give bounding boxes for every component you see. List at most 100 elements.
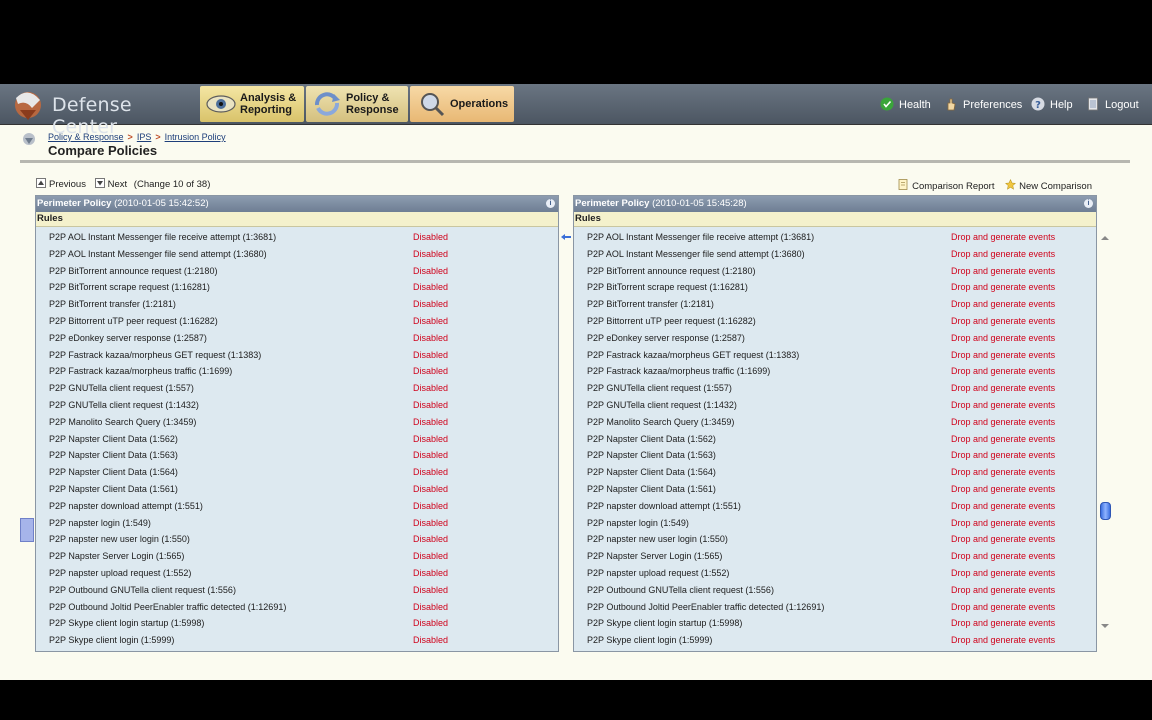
table-row[interactable]: P2P Outbound GNUTella client request (1:… xyxy=(574,582,1096,599)
table-row[interactable]: P2P GNUTella client request (1:1432) Disa… xyxy=(36,397,558,414)
svg-text:?: ? xyxy=(1035,100,1041,111)
rule-name: P2P Outbound GNUTella client request (1:… xyxy=(587,584,774,595)
nav-operations[interactable]: Operations xyxy=(410,86,514,122)
table-row[interactable]: P2P eDonkey server response (1:2587) Drop… xyxy=(574,330,1096,347)
table-row[interactable]: P2P Napster Client Data (1:563) Disabled xyxy=(36,447,558,464)
logout-link[interactable]: Logout xyxy=(1086,97,1139,111)
nav-policy-label-1: Policy & xyxy=(346,92,390,104)
breadcrumb-intrusion-policy[interactable]: Intrusion Policy xyxy=(165,132,226,142)
arrow-up-icon xyxy=(36,178,46,188)
rule-name: P2P Fastrack kazaa/morpheus GET request … xyxy=(49,349,262,360)
change-marker[interactable] xyxy=(20,518,34,542)
table-row[interactable]: P2P Skype client login startup (1:5998) D… xyxy=(574,615,1096,632)
rule-name: P2P Manolito Search Query (1:3459) xyxy=(49,416,197,427)
next-button[interactable]: Next xyxy=(94,178,127,190)
table-row[interactable]: P2P GNUTella client request (1:1432) Drop… xyxy=(574,397,1096,414)
table-row[interactable]: P2P BitTorrent transfer (1:2181) Disabled xyxy=(36,296,558,313)
preferences-link[interactable]: Preferences xyxy=(944,97,1022,111)
table-row[interactable]: P2P Outbound Joltid PeerEnabler traffic … xyxy=(36,599,558,616)
rule-state: Disabled xyxy=(413,517,449,528)
info-icon[interactable]: i xyxy=(546,199,555,208)
table-row[interactable]: P2P Napster Client Data (1:562) Drop and … xyxy=(574,431,1096,448)
refresh-icon xyxy=(315,92,340,116)
table-row[interactable]: P2P Manolito Search Query (1:3459) Disabl… xyxy=(36,414,558,431)
scrollbar[interactable] xyxy=(1099,234,1111,650)
table-row[interactable]: P2P BitTorrent scrape request (1:16281) D… xyxy=(574,279,1096,296)
table-row[interactable]: P2P Outbound GNUTella client request (1:… xyxy=(36,582,558,599)
rule-state: Drop and generate events xyxy=(951,248,1056,259)
table-row[interactable]: P2P Napster Client Data (1:561) Disabled xyxy=(36,481,558,498)
table-row[interactable]: P2P napster download attempt (1:551) Disa… xyxy=(36,498,558,515)
table-row[interactable]: P2P Skype client login startup (1:5998) D… xyxy=(36,615,558,632)
table-row[interactable]: P2P napster login (1:549) Disabled xyxy=(36,515,558,532)
rule-state: Drop and generate events xyxy=(951,467,1056,478)
nav-analysis-reporting[interactable]: Analysis & Reporting xyxy=(200,86,304,122)
scrollbar-thumb[interactable] xyxy=(1100,502,1111,520)
table-row[interactable]: P2P Fastrack kazaa/morpheus GET request … xyxy=(36,347,558,364)
question-icon: ? xyxy=(1031,97,1045,111)
breadcrumb-ips[interactable]: IPS xyxy=(137,132,152,142)
rule-name: P2P napster upload request (1:552) xyxy=(587,567,730,578)
table-row[interactable]: P2P Skype client login (1:5999) Disabled xyxy=(36,632,558,649)
table-row[interactable]: P2P Manolito Search Query (1:3459) Drop a… xyxy=(574,414,1096,431)
scroll-up-icon[interactable] xyxy=(1099,234,1111,242)
table-row[interactable]: P2P Fastrack kazaa/morpheus traffic (1:1… xyxy=(574,363,1096,380)
table-row[interactable]: P2P napster upload request (1:552) Disabl… xyxy=(36,565,558,582)
table-row[interactable]: P2P Napster Client Data (1:561) Drop and … xyxy=(574,481,1096,498)
table-row[interactable]: P2P GNUTella client request (1:557) Drop … xyxy=(574,380,1096,397)
rule-state: Disabled xyxy=(413,500,449,511)
table-row[interactable]: P2P Napster Client Data (1:562) Disabled xyxy=(36,431,558,448)
nav-policy-response[interactable]: Policy & Response xyxy=(306,86,408,122)
left-rules-header: Rules xyxy=(36,212,558,227)
table-row[interactable]: P2P napster new user login (1:550) Drop a… xyxy=(574,531,1096,548)
new-comparison-label: New Comparison xyxy=(1019,181,1092,192)
rule-state: Disabled xyxy=(413,433,449,444)
new-star-icon xyxy=(1005,179,1017,190)
previous-button[interactable]: Previous xyxy=(36,178,86,190)
table-row[interactable]: P2P Napster Client Data (1:564) Disabled xyxy=(36,464,558,481)
left-policy-panel: Perimeter Policy (2010-01-05 15:42:52) i… xyxy=(35,195,559,652)
rule-state: Disabled xyxy=(413,601,449,612)
table-row[interactable]: P2P Napster Server Login (1:565) Drop and… xyxy=(574,548,1096,565)
table-row[interactable]: P2P napster new user login (1:550) Disabl… xyxy=(36,531,558,548)
table-row[interactable]: P2P AOL Instant Messenger file send atte… xyxy=(574,246,1096,263)
logo[interactable]: Defense Center xyxy=(6,88,196,138)
rule-state: Disabled xyxy=(413,483,449,494)
comparison-report-link[interactable]: Comparison Report xyxy=(898,179,994,192)
table-row[interactable]: P2P Napster Server Login (1:565) Disabled xyxy=(36,548,558,565)
table-row[interactable]: P2P napster download attempt (1:551) Drop… xyxy=(574,498,1096,515)
table-row[interactable]: P2P Bittorrent uTP peer request (1:16282… xyxy=(574,313,1096,330)
table-row[interactable]: P2P Bittorrent uTP peer request (1:16282… xyxy=(36,313,558,330)
table-row[interactable]: P2P BitTorrent announce request (1:2180)… xyxy=(574,263,1096,280)
table-row[interactable]: P2P Napster Client Data (1:563) Drop and … xyxy=(574,447,1096,464)
table-row[interactable]: P2P Outbound Joltid PeerEnabler traffic … xyxy=(574,599,1096,616)
table-row[interactable]: P2P napster login (1:549) Drop and genera… xyxy=(574,515,1096,532)
info-icon[interactable]: i xyxy=(1084,199,1093,208)
table-row[interactable]: P2P BitTorrent transfer (1:2181) Drop and… xyxy=(574,296,1096,313)
table-row[interactable]: P2P AOL Instant Messenger file send atte… xyxy=(36,246,558,263)
rule-name: P2P Napster Client Data (1:562) xyxy=(587,433,716,444)
rule-state: Drop and generate events xyxy=(951,517,1056,528)
table-row[interactable]: P2P eDonkey server response (1:2587) Disa… xyxy=(36,330,558,347)
top-header: Defense Center Analysis & Reporting Polic… xyxy=(0,84,1152,138)
rule-name: P2P Napster Client Data (1:563) xyxy=(49,450,178,461)
health-label: Health xyxy=(899,99,931,111)
table-row[interactable]: P2P Fastrack kazaa/morpheus traffic (1:1… xyxy=(36,363,558,380)
breadcrumb-policy-response[interactable]: Policy & Response xyxy=(48,132,124,142)
table-row[interactable]: P2P napster upload request (1:552) Drop a… xyxy=(574,565,1096,582)
help-link[interactable]: ? Help xyxy=(1031,97,1073,111)
table-row[interactable]: P2P AOL Instant Messenger file receive a… xyxy=(574,229,1096,246)
table-row[interactable]: P2P BitTorrent scrape request (1:16281) D… xyxy=(36,279,558,296)
table-row[interactable]: P2P Fastrack kazaa/morpheus GET request … xyxy=(574,347,1096,364)
table-row[interactable]: P2P Napster Client Data (1:564) Drop and … xyxy=(574,464,1096,481)
rule-name: P2P BitTorrent transfer (1:2181) xyxy=(587,299,714,310)
table-row[interactable]: P2P AOL Instant Messenger file receive a… xyxy=(36,229,558,246)
right-policy-timestamp: (2010-01-05 15:45:28) xyxy=(652,198,747,209)
new-comparison-link[interactable]: New Comparison xyxy=(1005,179,1092,192)
table-row[interactable]: P2P GNUTella client request (1:557) Disab… xyxy=(36,380,558,397)
table-row[interactable]: P2P BitTorrent announce request (1:2180)… xyxy=(36,263,558,280)
rule-state: Disabled xyxy=(413,299,449,310)
health-link[interactable]: Health xyxy=(880,97,931,111)
scroll-down-icon[interactable] xyxy=(1099,622,1111,630)
table-row[interactable]: P2P Skype client login (1:5999) Drop and … xyxy=(574,632,1096,649)
